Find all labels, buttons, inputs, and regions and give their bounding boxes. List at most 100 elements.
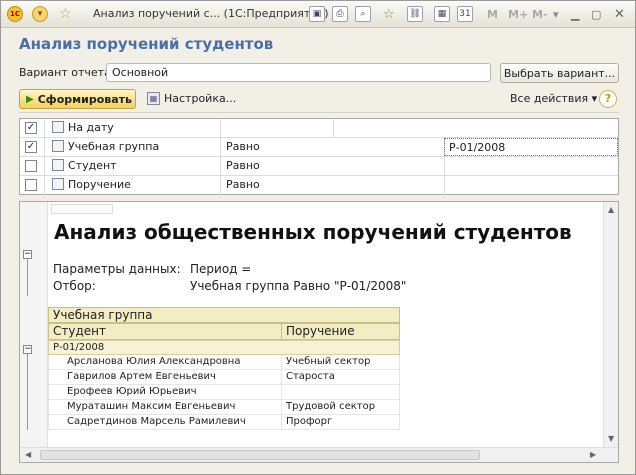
- param-condition[interactable]: Равно: [222, 138, 442, 156]
- print-icon[interactable]: ⎙: [332, 6, 348, 22]
- play-icon: ▶: [26, 93, 34, 105]
- date-field-icon: [52, 121, 64, 133]
- table-row: Ерофеев Юрий Юрьевич: [48, 385, 400, 400]
- close-icon[interactable]: ✕: [614, 6, 625, 22]
- parameters-grid: ✓ На дату ✓ Учебная группа Равно Р-01/20…: [19, 118, 619, 195]
- settings-label: Настройка...: [164, 92, 237, 105]
- memory-dropdown-icon[interactable]: ▾: [553, 6, 559, 22]
- param-name-cell: Поручение: [48, 176, 218, 194]
- all-actions-label: Все действия: [510, 92, 589, 105]
- settings-icon: ▦: [147, 92, 160, 105]
- param-name: Поручение: [68, 178, 131, 191]
- student-cell: Мураташин Максим Евгеньевич: [67, 401, 236, 412]
- param-name-cell: Учебная группа: [48, 138, 218, 156]
- filter-value: Учебная группа Равно "Р-01/2008": [190, 279, 407, 293]
- chevron-down-icon: ▾: [591, 92, 598, 105]
- generate-button[interactable]: ▶ Сформировать: [19, 89, 136, 109]
- assignment-cell: Учебный сектор: [281, 355, 370, 369]
- assignment-cell: [281, 385, 286, 399]
- table-header: Студент Поручение: [48, 323, 400, 340]
- student-cell: Арсланова Юлия Александровна: [67, 356, 241, 367]
- link-icon[interactable]: ⛓: [407, 6, 423, 22]
- maximize-icon[interactable]: ▢: [591, 6, 601, 22]
- param-condition[interactable]: Равно: [222, 157, 442, 175]
- 1c-logo-icon[interactable]: 1C: [7, 6, 23, 22]
- table-header-group: Учебная группа: [48, 307, 400, 323]
- report-document[interactable]: − − Анализ общественных поручений студен…: [19, 201, 619, 463]
- scroll-up-icon[interactable]: ▲: [608, 205, 614, 214]
- memory-m-button[interactable]: M: [487, 6, 498, 22]
- all-actions-menu[interactable]: Все действия ▾: [510, 92, 597, 105]
- favorite-star-icon[interactable]: ☆: [59, 6, 72, 22]
- save-icon[interactable]: ▣: [309, 6, 325, 22]
- field-icon: [52, 159, 64, 171]
- params-label: Параметры данных:: [53, 262, 181, 276]
- menu-dropdown-icon[interactable]: ▾: [32, 6, 48, 22]
- group-line: [27, 350, 28, 430]
- group-header: Учебная группа: [53, 308, 153, 322]
- preview-icon[interactable]: ⌕: [355, 6, 371, 22]
- column-header-student: Студент: [53, 324, 106, 338]
- scroll-down-icon[interactable]: ▼: [608, 434, 614, 443]
- column-header-assignment: Поручение: [281, 324, 355, 339]
- memory-minus-button[interactable]: M-: [532, 6, 548, 22]
- variant-field[interactable]: Основной: [106, 63, 491, 82]
- generate-label: Сформировать: [37, 92, 132, 106]
- field-icon: [52, 178, 64, 190]
- choose-variant-button[interactable]: Выбрать вариант...: [500, 63, 619, 83]
- param-name-cell: Студент: [48, 157, 218, 175]
- title-bar: 1C ▾ ☆ Анализ поручений с... (1С:Предпри…: [1, 1, 635, 28]
- collapse-icon[interactable]: −: [23, 345, 32, 354]
- calendar-icon[interactable]: 31: [457, 6, 473, 22]
- table-row: Садретдинов Марсель Рамилевич Профорг: [48, 415, 400, 430]
- minimize-icon[interactable]: ▁: [571, 6, 579, 22]
- scroll-right-icon[interactable]: ▶: [590, 450, 596, 459]
- scroll-thumb[interactable]: [40, 450, 480, 460]
- param-row[interactable]: Студент Равно: [20, 157, 618, 176]
- field-icon: [52, 140, 64, 152]
- assignment-cell: Староста: [281, 370, 335, 384]
- student-cell: Ерофеев Юрий Юрьевич: [67, 386, 197, 397]
- divider: [19, 112, 619, 113]
- param-name: На дату: [68, 121, 114, 134]
- param-value[interactable]: [444, 157, 618, 175]
- assignment-cell: Профорг: [281, 415, 332, 429]
- group-value: Р-01/2008: [53, 342, 105, 353]
- param-checkbox[interactable]: ✓: [25, 122, 37, 134]
- table-row: Арсланова Юлия Александровна Учебный сек…: [48, 355, 400, 370]
- param-condition[interactable]: Равно: [222, 176, 442, 194]
- param-value[interactable]: Р-01/2008: [444, 138, 618, 156]
- form-title: Анализ поручений студентов: [19, 35, 274, 53]
- filter-label: Отбор:: [53, 279, 96, 293]
- vertical-scrollbar[interactable]: ▲ ▼: [603, 202, 618, 447]
- variant-label: Вариант отчета:: [19, 66, 115, 79]
- horizontal-scrollbar[interactable]: ◀ ▶: [20, 447, 618, 462]
- param-checkbox[interactable]: [25, 179, 37, 191]
- param-name: Учебная группа: [68, 140, 160, 153]
- report-title: Анализ общественных поручений студентов: [54, 220, 572, 244]
- param-checkbox[interactable]: ✓: [25, 141, 37, 153]
- table-row: Мураташин Максим Евгеньевич Трудовой сек…: [48, 400, 400, 415]
- param-name-cell: На дату: [48, 119, 218, 137]
- scroll-left-icon[interactable]: ◀: [25, 450, 31, 459]
- student-cell: Гаврилов Артем Евгеньевич: [67, 371, 216, 382]
- table-row: Гаврилов Артем Евгеньевич Староста: [48, 370, 400, 385]
- collapse-icon[interactable]: −: [23, 250, 32, 259]
- param-value[interactable]: [444, 176, 618, 194]
- grouping-gutter: − −: [20, 202, 48, 447]
- param-row[interactable]: ✓ Учебная группа Равно Р-01/2008: [20, 138, 618, 157]
- window-title: Анализ поручений с... (1С:Предприятие): [93, 7, 329, 20]
- params-value: Период =: [190, 262, 252, 276]
- group-row: Р-01/2008: [48, 340, 400, 355]
- param-checkbox[interactable]: [25, 160, 37, 172]
- memory-plus-button[interactable]: M+: [508, 6, 528, 22]
- settings-button[interactable]: ▦ Настройка...: [147, 92, 236, 105]
- help-icon[interactable]: ?: [599, 90, 617, 108]
- calculator-icon[interactable]: ▦: [434, 6, 450, 22]
- param-row[interactable]: ✓ На дату: [20, 119, 618, 138]
- param-name: Студент: [68, 159, 117, 172]
- app-window: 1C ▾ ☆ Анализ поручений с... (1С:Предпри…: [0, 0, 636, 475]
- param-row[interactable]: Поручение Равно: [20, 176, 618, 195]
- student-cell: Садретдинов Марсель Рамилевич: [67, 416, 246, 427]
- add-favorite-icon[interactable]: ☆: [383, 6, 395, 22]
